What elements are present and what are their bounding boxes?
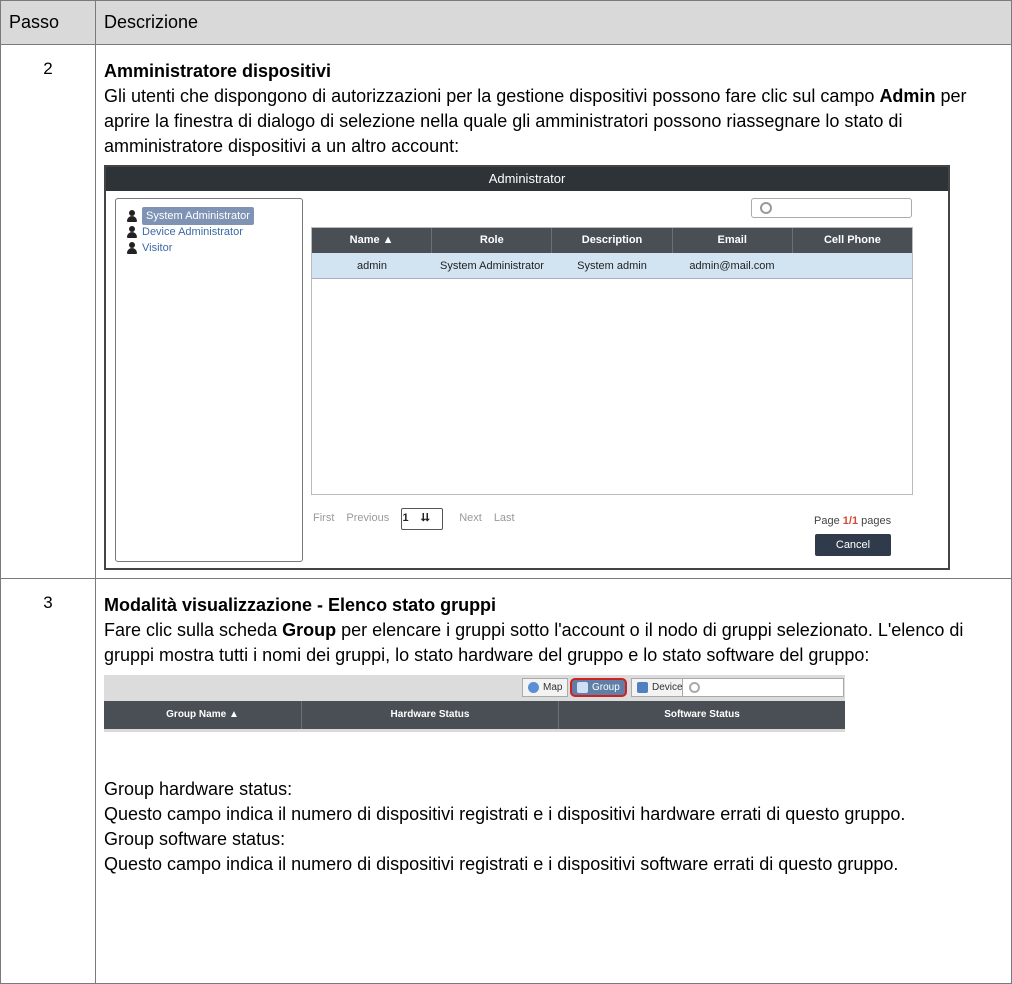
last-page-link[interactable]: Last	[494, 506, 515, 531]
map-icon	[528, 682, 539, 693]
table-row[interactable]: admin System Administrator System admin …	[312, 253, 912, 279]
procedure-table: Passo Descrizione 2 Amministratore dispo…	[0, 0, 1012, 984]
text-segment: Gli utenti che dispongono di autorizzazi…	[104, 86, 880, 106]
table-header-row: Passo Descrizione	[0, 0, 1012, 45]
table-row: 2 Amministratore dispositivi Gli utenti …	[0, 44, 1012, 579]
grid-header: Name ▲ Role Description Email Cell Phone	[312, 228, 912, 253]
note-line: Group software status:	[104, 829, 286, 849]
tab-label: Map	[543, 682, 563, 693]
group-grid-header: Group Name ▲ Hardware Status Software St…	[104, 701, 845, 729]
cell-role: System Administrator	[440, 260, 544, 272]
column-role[interactable]: Role	[432, 228, 553, 253]
role-label: Device Administrator	[142, 226, 243, 238]
note-line: Questo campo indica il numero di disposi…	[104, 854, 899, 874]
column-software-status[interactable]: Software Status	[559, 701, 845, 729]
page-info: Page 1/1 pages	[814, 509, 891, 534]
note-line: Questo campo indica il numero di disposi…	[104, 804, 906, 824]
search-icon	[760, 202, 772, 214]
user-icon	[126, 210, 138, 222]
admin-field-term: Admin	[879, 86, 936, 106]
page-info-suffix: pages	[858, 515, 892, 527]
step-text: Gli utenti che dispongono di autorizzazi…	[104, 84, 1011, 159]
step-text: Fare clic sulla scheda Group per elencar…	[104, 618, 1011, 668]
user-icon	[126, 226, 138, 238]
cell-name: admin	[357, 260, 387, 272]
step-title: Amministratore dispositivi	[104, 61, 332, 81]
role-label: System Administrator	[142, 207, 254, 225]
tab-map[interactable]: Map	[522, 678, 569, 697]
group-icon	[577, 682, 588, 693]
previous-page-link[interactable]: Previous	[346, 506, 389, 531]
column-name[interactable]: Name ▲	[312, 228, 433, 253]
cell-phone	[792, 253, 912, 278]
column-description[interactable]: Description	[552, 228, 673, 253]
page-info-prefix: Page	[814, 515, 843, 527]
search-icon	[689, 682, 700, 693]
role-item-visitor[interactable]: Visitor	[126, 240, 302, 256]
tab-group[interactable]: Group	[570, 678, 627, 697]
header-description: Descrizione	[95, 0, 1012, 45]
tab-label: Device	[652, 682, 683, 693]
step-title: Modalità visualizzazione - Elenco stato …	[104, 595, 497, 615]
role-tree: System Administrator Device Administrato…	[115, 198, 303, 562]
column-email[interactable]: Email	[673, 228, 793, 253]
tab-device[interactable]: Device	[631, 678, 689, 697]
chevron-down-icon: ⮇	[421, 512, 430, 524]
header-step: Passo	[0, 0, 96, 45]
next-page-link[interactable]: Next	[459, 506, 482, 531]
divider	[104, 729, 845, 732]
cell-description: System admin	[577, 260, 647, 272]
administrator-dialog: Administrator System Administrator Devic…	[104, 165, 950, 570]
note-line: Group hardware status:	[104, 779, 293, 799]
cancel-button[interactable]: Cancel	[815, 534, 891, 556]
tab-label: Group	[592, 682, 620, 693]
view-toolbar: Map Group Device	[104, 675, 845, 701]
column-group-name[interactable]: Group Name ▲	[104, 701, 302, 729]
dialog-title: Administrator	[106, 167, 948, 191]
search-input[interactable]	[751, 198, 912, 218]
administrator-grid: Name ▲ Role Description Email Cell Phone…	[311, 227, 913, 495]
pagination: First Previous 1 ⮇ Next Last	[313, 506, 527, 531]
group-tab-term: Group	[282, 620, 337, 640]
step-number: 3	[0, 578, 96, 984]
role-item-system-administrator[interactable]: System Administrator	[126, 207, 302, 225]
first-page-link[interactable]: First	[313, 506, 334, 531]
page-select[interactable]: 1 ⮇	[401, 507, 444, 530]
device-icon	[637, 682, 648, 693]
step-description: Amministratore dispositivi Gli utenti ch…	[95, 44, 1012, 579]
search-input[interactable]	[682, 678, 844, 697]
page-select-value: 1	[402, 512, 409, 524]
column-hardware-status[interactable]: Hardware Status	[302, 701, 559, 729]
step-description: Modalità visualizzazione - Elenco stato …	[95, 578, 1012, 984]
cell-email: admin@mail.com	[689, 260, 775, 272]
column-cell-phone[interactable]: Cell Phone	[793, 228, 912, 253]
role-label: Visitor	[142, 242, 173, 254]
step-number: 2	[0, 44, 96, 579]
text-segment: Fare clic sulla scheda	[104, 620, 283, 640]
notes: Group hardware status: Questo campo indi…	[104, 777, 1011, 877]
group-view-panel: Map Group Device Group Name ▲ Hardware S…	[104, 675, 845, 735]
table-row: 3 Modalità visualizzazione - Elenco stat…	[0, 578, 1012, 984]
role-item-device-administrator[interactable]: Device Administrator	[126, 224, 302, 240]
user-icon	[126, 242, 138, 254]
